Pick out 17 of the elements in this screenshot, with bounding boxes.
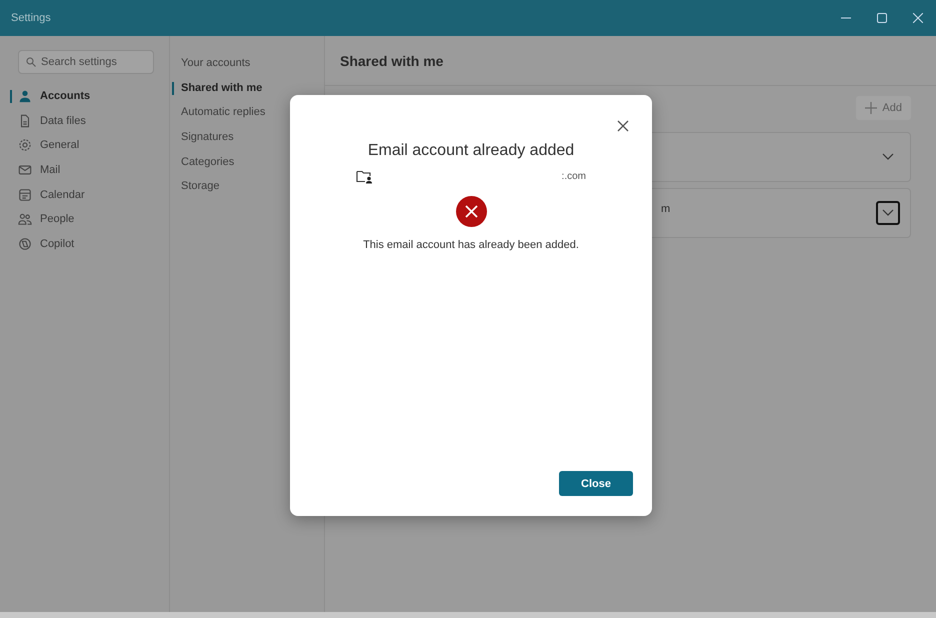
sidebar-item[interactable]: Data files (0, 108, 169, 134)
account-name: m (661, 203, 670, 215)
window-title: Settings (11, 12, 52, 24)
sidebar-item[interactable]: General (0, 133, 169, 158)
page-heading: Shared with me (325, 36, 936, 86)
account-address: :.com (562, 171, 586, 182)
dialog-title: Email account already added (368, 142, 574, 160)
sidebar-item[interactable]: People (0, 206, 169, 232)
error-message: This email account has already been added. (363, 239, 579, 251)
sidebar-item[interactable]: Mail (0, 158, 169, 182)
sidebar-item[interactable]: Accounts (0, 84, 169, 109)
close-button[interactable]: Close (559, 471, 633, 496)
sidebar-item[interactable]: Copilot (0, 232, 169, 256)
search-field[interactable]: Search settings (18, 50, 154, 74)
subnav-item[interactable]: Shared with me (170, 76, 324, 100)
subnav-item[interactable]: Your accounts (170, 51, 324, 76)
sidebar-item[interactable]: Calendar (0, 182, 169, 207)
